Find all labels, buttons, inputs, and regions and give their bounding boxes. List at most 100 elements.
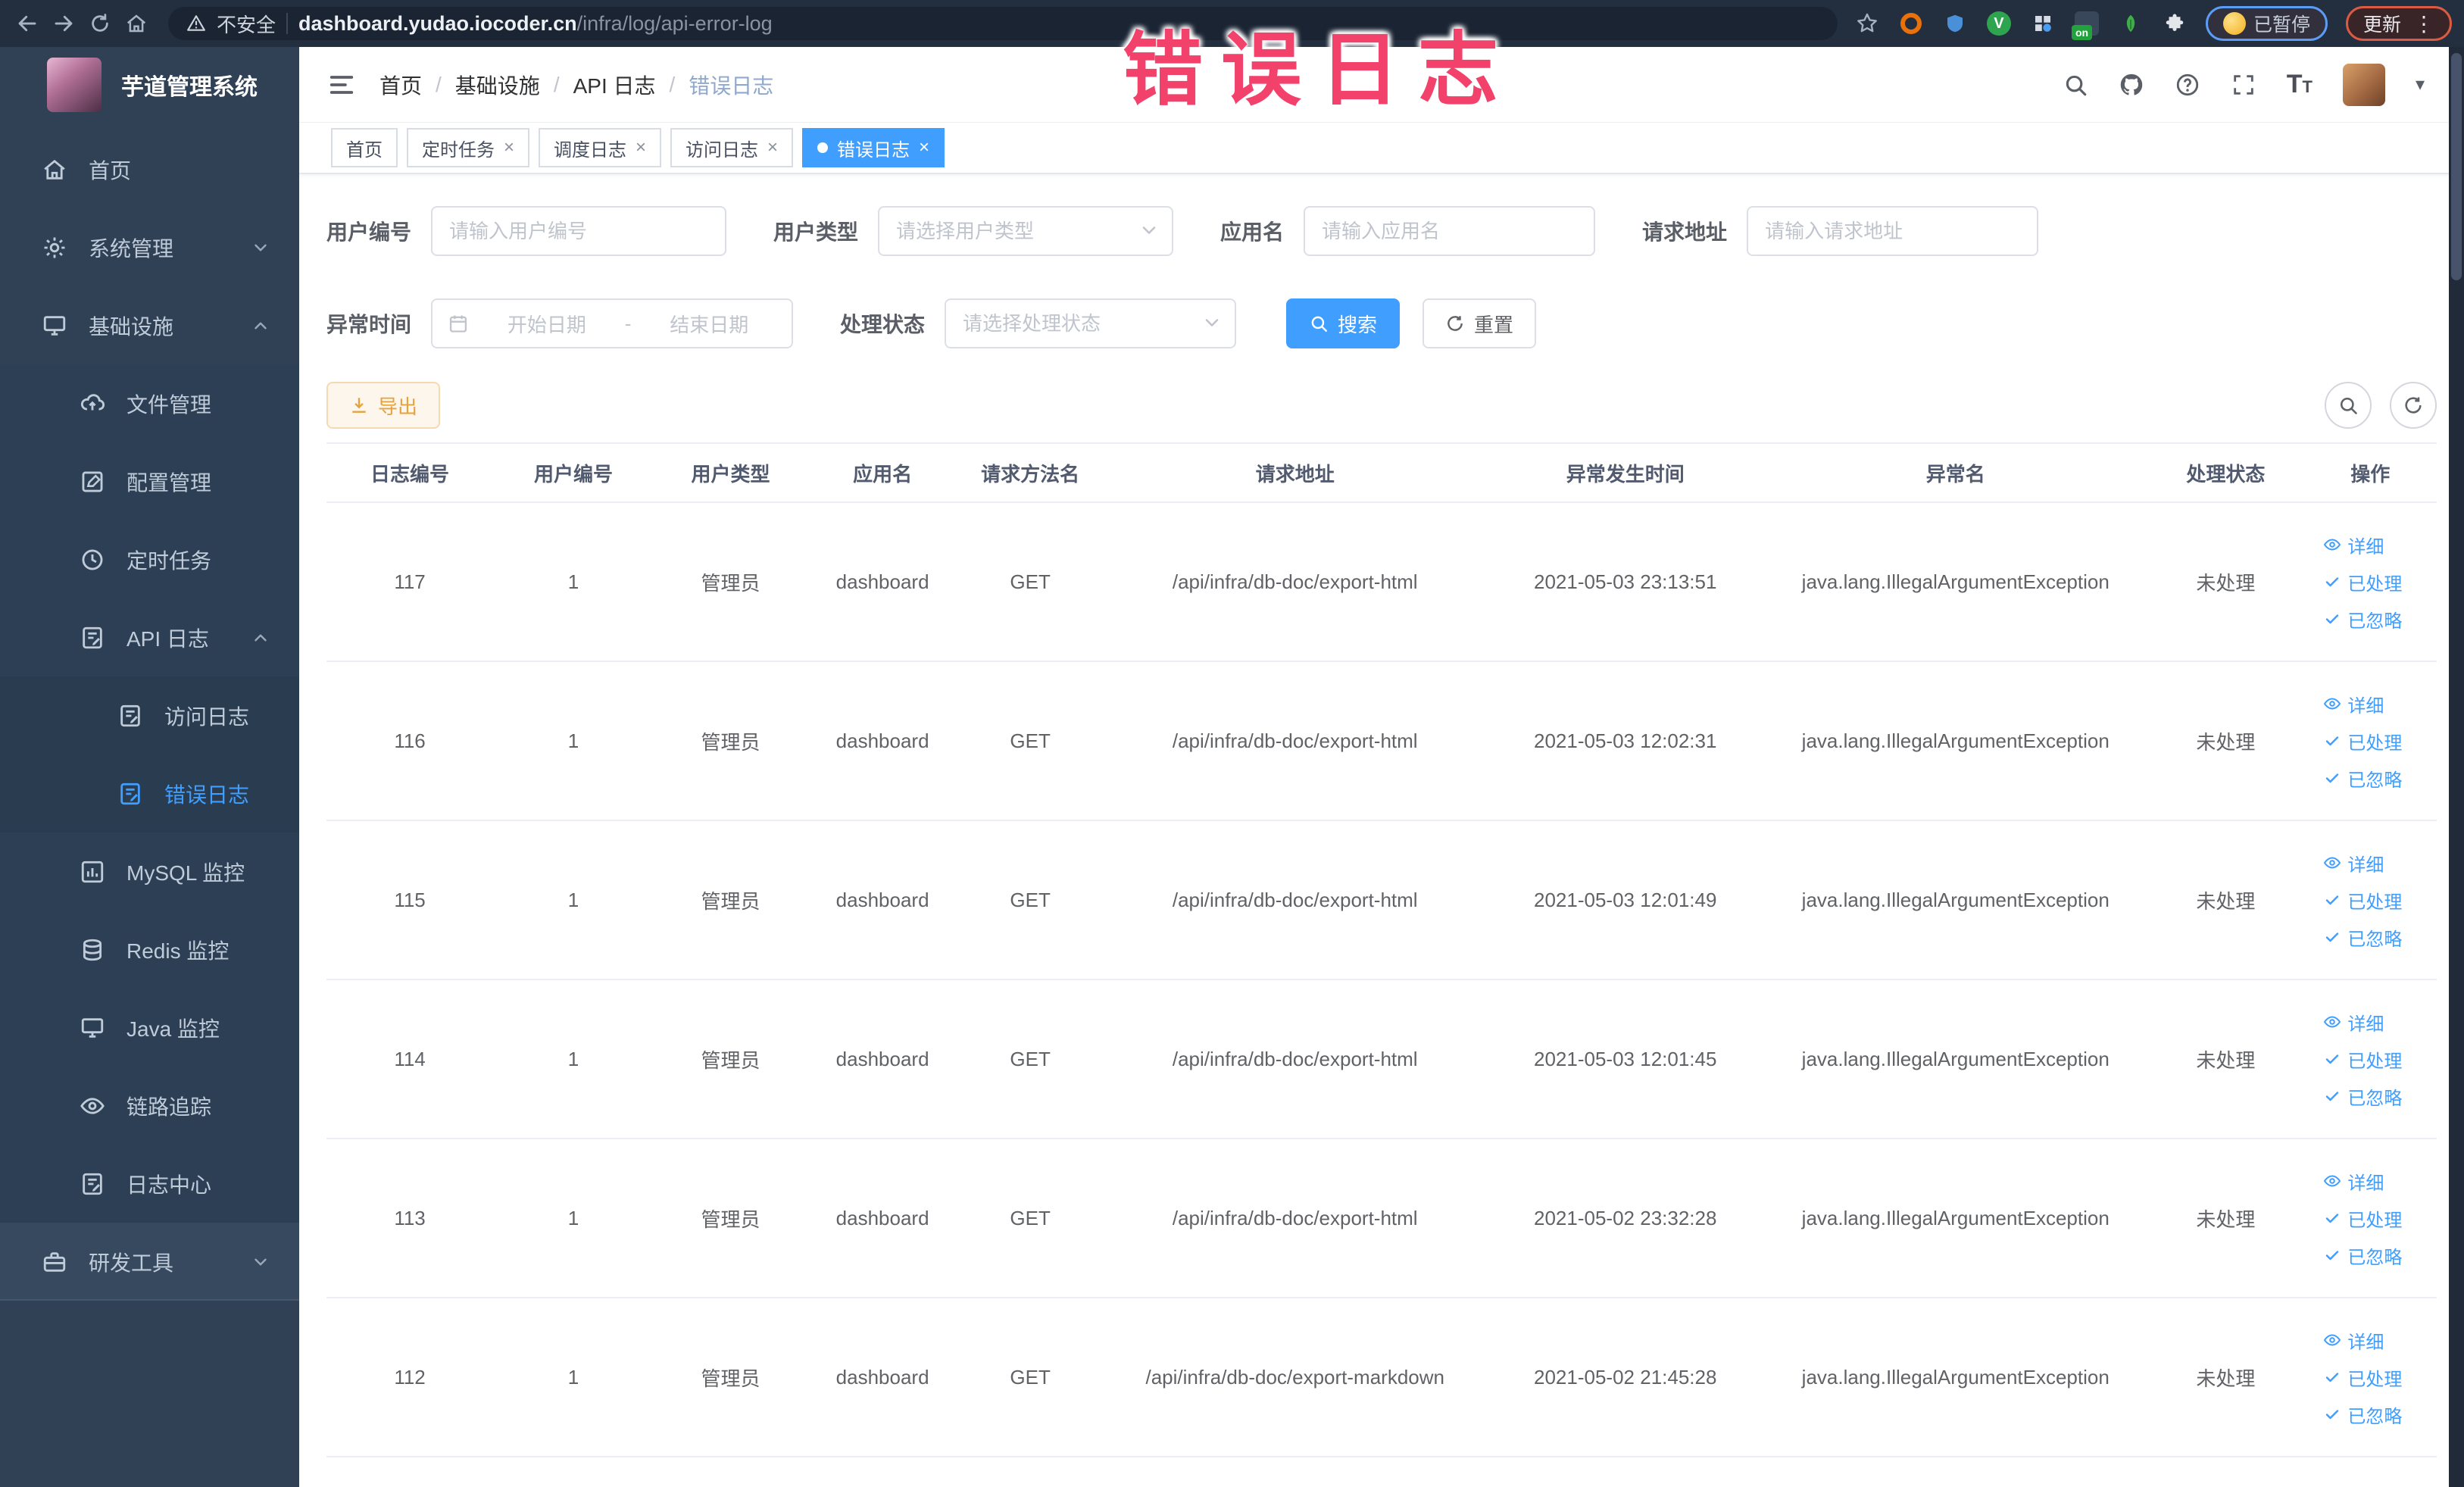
tab-dispatch-log[interactable]: 调度日志 × [539, 128, 662, 167]
sidebar-toggle-icon[interactable] [326, 70, 357, 100]
mark-ignored-link[interactable]: 已忽略 [2323, 1083, 2402, 1110]
sidebar-item-system-management[interactable]: 系统管理 [0, 208, 299, 286]
mark-ignored-link[interactable]: 已忽略 [2323, 765, 2402, 792]
sidebar-item-trace[interactable]: 链路追踪 [0, 1067, 299, 1145]
browser-home-icon[interactable] [121, 8, 151, 39]
chart-icon [80, 859, 105, 885]
table-header: 日志编号 用户编号 用户类型 应用名 请求方法名 请求地址 异常发生时间 异常名… [326, 442, 2437, 503]
tab-home[interactable]: 首页 [331, 128, 398, 167]
avatar-dropdown-icon[interactable]: ▾ [2416, 73, 2425, 95]
detail-link[interactable]: 详细 [2323, 532, 2384, 558]
close-icon[interactable]: × [919, 139, 929, 157]
filter-process-status: 处理状态 [840, 298, 1237, 348]
download-icon [349, 395, 369, 415]
check-icon [2323, 573, 2341, 591]
sidebar-item-redis-monitor[interactable]: Redis 监控 [0, 911, 299, 989]
sidebar-logo[interactable]: 芋道管理系统 [0, 47, 299, 123]
user-avatar[interactable] [2342, 63, 2385, 106]
extension-grid-icon[interactable] [2030, 11, 2056, 36]
sidebar-item-api-log[interactable]: API 日志 [0, 598, 299, 676]
browser-menu-icon[interactable]: ⋮ [2413, 11, 2434, 36]
close-icon[interactable]: × [636, 139, 646, 157]
font-size-icon[interactable]: TT [2287, 70, 2313, 99]
detail-link[interactable]: 详细 [2323, 850, 2384, 876]
mark-processed-link[interactable]: 已处理 [2323, 728, 2402, 754]
browser-reload-icon[interactable] [85, 8, 115, 39]
detail-link[interactable]: 详细 [2323, 1327, 2384, 1354]
sidebar-item-scheduled-tasks[interactable]: 定时任务 [0, 520, 299, 598]
request-url-input[interactable] [1747, 206, 2039, 256]
toggle-search-button[interactable] [2325, 382, 2372, 429]
paused-badge[interactable]: 已暂停 [2205, 6, 2328, 41]
chevron-down-icon [1201, 312, 1223, 333]
close-icon[interactable]: × [767, 139, 778, 157]
mark-ignored-link[interactable]: 已忽略 [2323, 924, 2402, 951]
eye-icon [2323, 695, 2341, 713]
app-title: 芋道管理系统 [121, 75, 258, 100]
mark-processed-link[interactable]: 已处理 [2323, 569, 2402, 595]
col-user-type: 用户类型 [653, 442, 808, 503]
sidebar-item-error-log[interactable]: 错误日志 [0, 754, 299, 833]
close-icon[interactable]: × [504, 139, 514, 157]
extension-leaf-icon[interactable] [2118, 11, 2144, 36]
bookmark-star-icon[interactable] [1854, 11, 1880, 36]
tab-access-log[interactable]: 访问日志 × [670, 128, 794, 167]
search-button[interactable]: 搜索 [1286, 298, 1401, 348]
help-icon[interactable] [2175, 72, 2200, 98]
extension-on-badge-icon[interactable]: on [2071, 11, 2100, 40]
detail-link[interactable]: 详细 [2323, 691, 2384, 717]
breadcrumb-api-log[interactable]: API 日志 [573, 70, 656, 100]
update-button-label: 更新 [2363, 14, 2401, 36]
mark-processed-link[interactable]: 已处理 [2323, 1046, 2402, 1073]
search-icon[interactable] [2063, 72, 2088, 98]
reset-button[interactable]: 重置 [1422, 298, 1537, 348]
github-icon[interactable] [2119, 72, 2144, 98]
breadcrumb-infrastructure[interactable]: 基础设施 [455, 70, 540, 100]
sidebar-item-dev-tools[interactable]: 研发工具 [0, 1223, 299, 1301]
paused-badge-label: 已暂停 [2253, 14, 2310, 36]
sidebar-item-mysql-monitor[interactable]: MySQL 监控 [0, 833, 299, 911]
process-status-select[interactable] [945, 298, 1237, 348]
scrollbar-thumb[interactable] [2451, 53, 2462, 280]
user-type-select[interactable] [878, 206, 1174, 256]
sidebar-item-java-monitor[interactable]: Java 监控 [0, 989, 299, 1067]
not-secure-label: 不安全 [217, 13, 276, 36]
sidebar-item-infrastructure[interactable]: 基础设施 [0, 286, 299, 364]
mark-processed-link[interactable]: 已处理 [2323, 887, 2402, 914]
sidebar-item-config-management[interactable]: 配置管理 [0, 442, 299, 520]
fullscreen-icon[interactable] [2231, 72, 2256, 98]
refresh-table-button[interactable] [2390, 382, 2437, 429]
browser-forward-icon[interactable] [48, 8, 79, 39]
mark-ignored-link[interactable]: 已忽略 [2323, 1401, 2402, 1428]
col-exception-name: 异常名 [1763, 442, 2148, 503]
sidebar-item-access-log[interactable]: 访问日志 [0, 676, 299, 754]
browser-update-button[interactable]: 更新 ⋮ [2345, 6, 2452, 41]
mark-ignored-link[interactable]: 已忽略 [2323, 606, 2402, 633]
extensions-puzzle-icon[interactable] [2162, 11, 2188, 36]
extension-orange-ring-icon[interactable] [1898, 11, 1924, 36]
check-icon [2323, 1050, 2341, 1068]
sidebar-item-file-management[interactable]: 文件管理 [0, 364, 299, 442]
detail-link[interactable]: 详细 [2323, 1168, 2384, 1195]
user-id-input[interactable] [431, 206, 727, 256]
address-bar[interactable]: 不安全 dashboard.yudao.iocoder.cn/infra/log… [168, 7, 1838, 40]
mark-ignored-link[interactable]: 已忽略 [2323, 1242, 2402, 1269]
sidebar-item-home[interactable]: 首页 [0, 130, 299, 208]
export-button[interactable]: 导出 [326, 382, 441, 429]
tab-scheduled-tasks[interactable]: 定时任务 × [407, 128, 530, 167]
exception-time-range-picker[interactable]: 开始日期 - 结束日期 [431, 298, 794, 348]
extension-green-v-icon[interactable]: V [1986, 11, 2012, 36]
error-log-table: 日志编号 用户编号 用户类型 应用名 请求方法名 请求地址 异常发生时间 异常名… [326, 442, 2437, 1457]
cloud-upload-icon [80, 391, 105, 417]
breadcrumb-separator: / [669, 72, 676, 96]
extension-shield-icon[interactable] [1942, 11, 1968, 36]
mark-processed-link[interactable]: 已处理 [2323, 1205, 2402, 1232]
app-name-input[interactable] [1304, 206, 1596, 256]
breadcrumb-home[interactable]: 首页 [379, 70, 422, 100]
monitor-icon [42, 313, 67, 339]
tab-error-log[interactable]: 错误日志 × [802, 128, 945, 167]
detail-link[interactable]: 详细 [2323, 1009, 2384, 1036]
sidebar-item-log-center[interactable]: 日志中心 [0, 1145, 299, 1223]
mark-processed-link[interactable]: 已处理 [2323, 1364, 2402, 1391]
browser-back-icon[interactable] [12, 8, 42, 39]
